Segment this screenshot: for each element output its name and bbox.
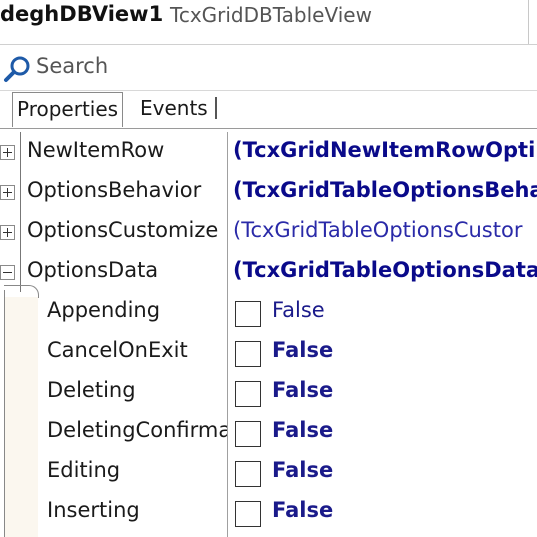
property-name: OptionsBehavior [27,178,202,202]
property-name: CancelOnExit [47,338,188,362]
checkbox-value: False [272,298,325,322]
property-name: Inserting [47,498,140,522]
checkbox-value: False [272,338,334,362]
checkbox-value: False [272,378,334,402]
checkbox-value: False [272,418,334,442]
property-name: Editing [47,458,121,482]
subproperty-row-appending[interactable]: Appending False [0,292,537,332]
subproperty-row-inserting[interactable]: Inserting False [0,492,537,532]
property-value[interactable]: (TcxGridTableOptionsBehav [233,178,537,202]
property-name: OptionsData [27,258,159,282]
tab-events[interactable]: Events [136,92,212,126]
expand-plus-icon[interactable] [0,145,15,160]
checkbox[interactable] [235,501,261,527]
property-name: DeletingConfirma [47,418,227,442]
checkbox[interactable] [235,421,261,447]
property-value[interactable]: (TcxGridTableOptionsData) [233,258,537,282]
property-value[interactable]: (TcxGridTableOptionsCustor [233,218,522,242]
expand-plus-icon[interactable] [0,185,15,200]
subproperty-row-deletingconfirmation[interactable]: DeletingConfirma False [0,412,537,452]
property-name: OptionsCustomize [27,218,219,242]
search-input[interactable]: Search [36,54,108,78]
property-row-newitemrow[interactable]: NewItemRow (TcxGridNewItemRowOpti [0,132,537,172]
property-name: Appending [47,298,161,322]
checkbox[interactable] [235,301,261,327]
subproperty-row-editing[interactable]: Editing False [0,452,537,492]
tab-properties[interactable]: Properties [12,92,124,127]
property-value[interactable]: (TcxGridNewItemRowOpti [233,138,535,162]
checkbox[interactable] [235,341,261,367]
subproperty-row-deleting[interactable]: Deleting False [0,372,537,412]
checkbox-value: False [272,498,334,522]
tab-separator [215,97,217,119]
property-name: NewItemRow [27,138,165,162]
header-divider [528,0,529,44]
checkbox[interactable] [235,461,261,487]
property-row-optionsdata[interactable]: OptionsData (TcxGridTableOptionsData) [0,252,537,292]
subproperty-row-cancelonexit[interactable]: CancelOnExit False [0,332,537,372]
collapse-minus-icon[interactable] [0,265,15,280]
object-type: TcxGridDBTableView [170,3,372,27]
property-row-optionscustomize[interactable]: OptionsCustomize (TcxGridTableOptionsCus… [0,212,537,252]
object-header: deghDBView1 TcxGridDBTableView [0,0,537,45]
property-name: Deleting [47,378,136,402]
object-name: deghDBView1 [0,2,164,26]
property-row-optionsbehavior[interactable]: OptionsBehavior (TcxGridTableOptionsBeha… [0,172,537,212]
checkbox[interactable] [235,381,261,407]
search-icon [4,56,30,82]
checkbox-value: False [272,458,334,482]
expand-plus-icon[interactable] [0,225,15,240]
